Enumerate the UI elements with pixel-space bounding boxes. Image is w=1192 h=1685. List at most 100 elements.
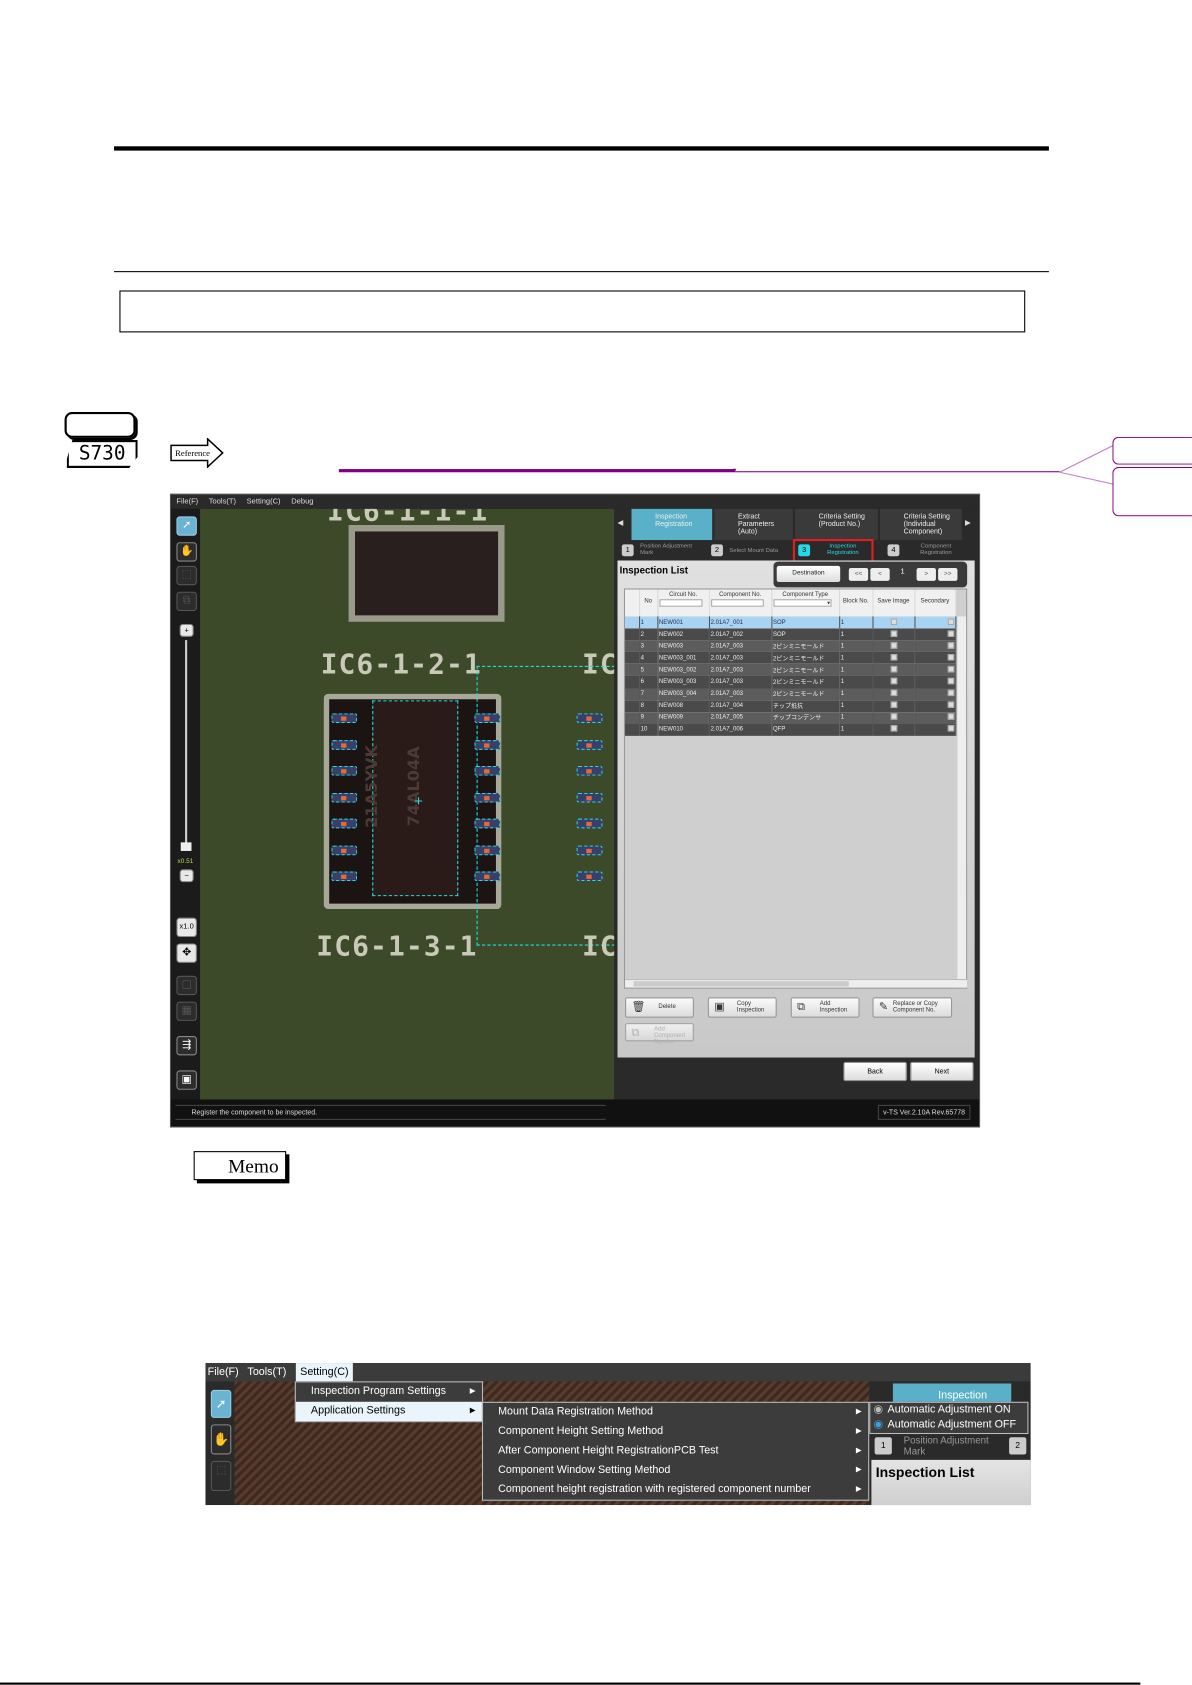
pointer-tool-icon[interactable]: ➚	[210, 1389, 232, 1418]
menu-item-height-registration[interactable]: Component height registration with regis…	[483, 1480, 868, 1499]
last-page-button[interactable]: >>	[938, 568, 958, 581]
save-image-checkbox[interactable]	[890, 725, 897, 732]
step-2-label[interactable]: Select Mount Data	[729, 548, 778, 554]
table-row[interactable]: 3 NEW003 2.01A7_003 2ピンミニモールド 1	[625, 640, 956, 653]
area-select-icon[interactable]: ⧉	[176, 591, 197, 612]
col-save-image[interactable]: Save Image	[872, 589, 915, 617]
menu-item-component-height[interactable]: Component Height Setting Method ▶	[483, 1422, 868, 1441]
table-row[interactable]: 4 NEW003_001 2.01A7_003 2ピンミニモールド 1	[625, 652, 956, 665]
secondary-checkbox[interactable]	[947, 677, 954, 685]
col-no[interactable]: No	[639, 589, 658, 617]
delete-button[interactable]: 🗑 Delete	[625, 997, 694, 1018]
secondary-checkbox[interactable]	[947, 618, 954, 625]
table-row[interactable]: 9 NEW009 2.01A7_005 チップコンデンサ 1	[625, 711, 956, 724]
menu-item-pcb-test[interactable]: After Component Height RegistrationPCB T…	[483, 1442, 868, 1461]
ribbon-extract-parameters[interactable]: Extract Parameters (Auto)	[714, 508, 793, 541]
menu-tools[interactable]: Tools(T)	[247, 1363, 286, 1381]
zoom-out-icon[interactable]: −	[179, 869, 194, 883]
step-3-label[interactable]: Inspection Registration	[819, 543, 867, 556]
add-inspection-button[interactable]: ⧉ Add Inspection	[790, 997, 860, 1018]
vertical-scrollbar[interactable]	[957, 616, 967, 988]
hand-tool-icon[interactable]: ✋	[210, 1424, 232, 1455]
save-image-checkbox[interactable]	[890, 653, 897, 661]
menu-tools[interactable]: Tools(T)	[209, 498, 236, 506]
table-row[interactable]: 7 NEW003_004 2.01A7_003 2ピンミニモールド 1	[625, 688, 956, 700]
table-row[interactable]: 1 NEW001 2.01A7_001 SOP 1	[625, 616, 956, 629]
col-component-type[interactable]: Component Type ▾	[771, 589, 840, 617]
step-1-label[interactable]: Position Adjustment Mark	[640, 543, 705, 556]
menu-item-component-window[interactable]: Component Window Setting Method ▶	[483, 1461, 868, 1480]
circuit-filter-input[interactable]	[658, 599, 703, 607]
step-1-label[interactable]: Position Adjustment Mark	[904, 1435, 1006, 1457]
table-row[interactable]: 5 NEW003_002 2.01A7_003 2ピンミニモールド 1	[625, 664, 956, 677]
secondary-checkbox[interactable]	[947, 630, 954, 637]
type-filter-select[interactable]: ▾	[772, 599, 832, 607]
grid-icon[interactable]: ▦	[176, 1001, 197, 1021]
secondary-checkbox[interactable]	[947, 653, 954, 661]
menu-setting[interactable]: Setting(C)	[295, 1363, 353, 1382]
first-page-button[interactable]: <<	[848, 568, 869, 581]
menu-setting[interactable]: Setting(C)	[247, 498, 281, 506]
window-icon[interactable]: ▣	[176, 1070, 197, 1090]
save-image-checkbox[interactable]	[890, 641, 897, 649]
next-page-button[interactable]: >	[916, 568, 936, 581]
menu-item-inspection-program-settings[interactable]: Inspection Program Settings ▶	[296, 1382, 482, 1401]
rect-select-icon[interactable]: ⬚	[176, 565, 197, 586]
save-image-checkbox[interactable]	[890, 677, 897, 685]
back-button[interactable]: Back	[843, 1061, 907, 1082]
component-filter-input[interactable]	[710, 599, 764, 607]
ribbon-criteria-product[interactable]: Criteria Setting (Product No.)	[795, 508, 878, 541]
menu-file[interactable]: File(F)	[176, 498, 198, 506]
table-row[interactable]: 10 NEW010 2.01A7_006 QFP 1	[625, 723, 956, 736]
col-component-no[interactable]: Component No.	[708, 589, 772, 617]
ribbon-inspection-registration[interactable]: Inspection Registration	[631, 508, 713, 541]
replace-copy-button[interactable]: ✎ Replace or Copy Component No.	[872, 997, 953, 1018]
destination-button[interactable]: Destination	[776, 565, 841, 583]
table-row[interactable]: 6 NEW003_003 2.01A7_003 2ピンミニモールド 1	[625, 676, 956, 689]
ribbon-left-arrow-icon[interactable]: ◀	[618, 519, 624, 528]
radio-auto-adjust-on[interactable]: ◉ Automatic Adjustment ON	[870, 1403, 1027, 1418]
component-pad	[576, 871, 603, 882]
zoom-reset-button[interactable]: x1.0	[176, 917, 197, 938]
secondary-checkbox[interactable]	[947, 689, 954, 697]
secondary-checkbox[interactable]	[947, 701, 954, 709]
zoom-slider[interactable]	[185, 640, 188, 850]
prev-page-button[interactable]: <	[870, 568, 890, 581]
table-row[interactable]: 8 NEW008 2.01A7_004 チップ抵抗 1	[625, 699, 956, 712]
secondary-checkbox[interactable]	[947, 665, 954, 673]
ribbon-right-arrow-icon[interactable]: ▶	[965, 519, 971, 528]
secondary-checkbox[interactable]	[947, 725, 954, 732]
save-image-checkbox[interactable]	[890, 713, 897, 721]
selection-frame[interactable]	[476, 665, 615, 946]
col-block[interactable]: Block No.	[839, 589, 874, 617]
radio-auto-adjust-off[interactable]: ◉ Automatic Adjustment OFF	[870, 1418, 1027, 1433]
save-image-checkbox[interactable]	[890, 630, 897, 637]
cell: チップコンデンサ	[771, 711, 840, 724]
center-icon[interactable]: ✥	[176, 943, 197, 963]
menu-item-mount-data[interactable]: Mount Data Registration Method ▶	[483, 1403, 868, 1422]
col-circuit[interactable]: Circuit No.	[657, 589, 710, 617]
zoom-slider-handle[interactable]	[180, 842, 192, 851]
menu-item-application-settings[interactable]: Application Settings ▶	[295, 1401, 482, 1422]
rect-select-icon[interactable]: ⬚	[210, 1460, 232, 1492]
next-button[interactable]: Next	[910, 1061, 974, 1082]
move-icon[interactable]: ⇶	[176, 1035, 197, 1056]
menu-file[interactable]: File(F)	[208, 1363, 239, 1381]
menu-debug[interactable]: Debug	[291, 498, 313, 506]
step-4-label[interactable]: Component Registration	[909, 543, 963, 556]
zoom-in-icon[interactable]: +	[179, 623, 194, 637]
table-row[interactable]: 2 NEW002 2.01A7_002 SOP 1	[625, 628, 956, 641]
col-secondary[interactable]: Secondary	[914, 589, 956, 617]
save-image-checkbox[interactable]	[890, 701, 897, 709]
secondary-checkbox[interactable]	[947, 713, 954, 721]
save-image-checkbox[interactable]	[890, 665, 897, 673]
save-image-checkbox[interactable]	[890, 689, 897, 697]
save-image-checkbox[interactable]	[890, 618, 897, 625]
pointer-tool-icon[interactable]: ➚	[176, 516, 197, 536]
frame-icon[interactable]: ▢	[176, 975, 197, 996]
hand-tool-icon[interactable]: ✋	[176, 542, 197, 562]
ribbon-criteria-individual[interactable]: Criteria Setting (Individual Component)	[880, 508, 962, 541]
horizontal-scrollbar[interactable]	[625, 978, 968, 988]
secondary-checkbox[interactable]	[947, 641, 954, 649]
copy-inspection-button[interactable]: ▣ Copy Inspection	[707, 997, 777, 1018]
